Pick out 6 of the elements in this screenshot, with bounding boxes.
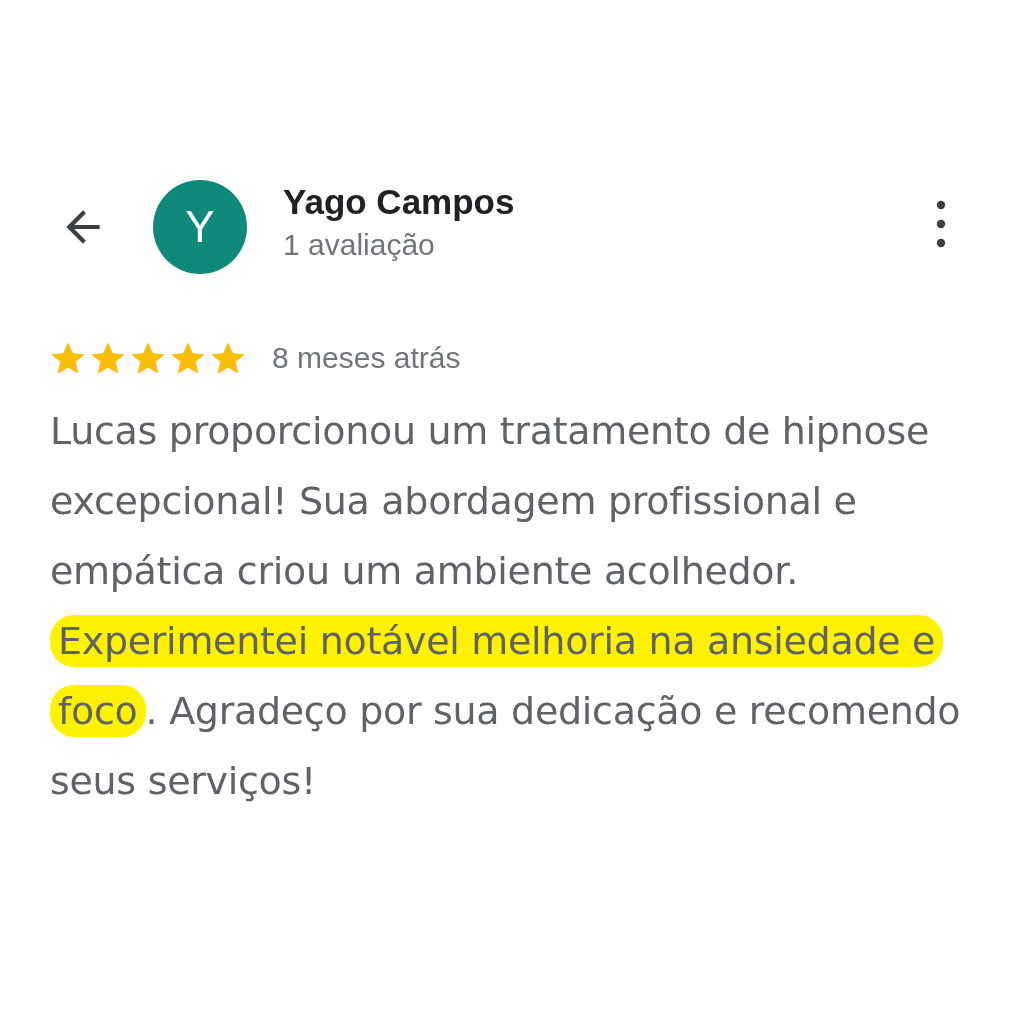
review-time: 8 meses atrás bbox=[272, 341, 461, 375]
reviewer-name: Yago Campos bbox=[283, 182, 516, 222]
more-icon[interactable] bbox=[936, 199, 946, 249]
review-text: Lucas proporcionou um tratamento de hipnose excepcional! Sua abordagem profissional e empática criou um ambiente acolhedor. Experimentei notável melhoria na ansiedade e foco . Agradeço por sua dedicação e recomendo seus serviços! bbox=[49, 408, 962, 805]
review-count: 1 avaliação bbox=[283, 228, 436, 262]
avatar: Y bbox=[153, 180, 247, 274]
